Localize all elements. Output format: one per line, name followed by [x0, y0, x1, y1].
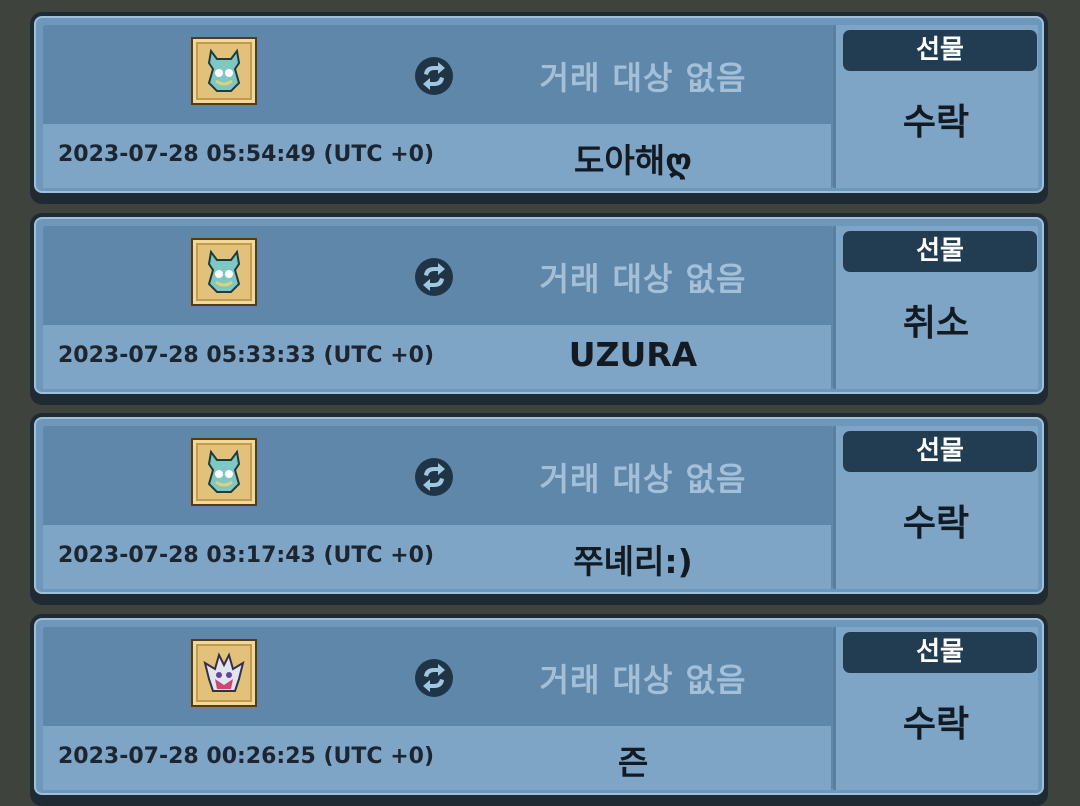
gift-type-badge: 선물: [843, 632, 1037, 673]
trade-username[interactable]: UZURA: [503, 335, 763, 374]
trade-history-list: 거래 대상 없음 2023-07-28 05:54:49 (UTC +0) 도아…: [0, 0, 1080, 806]
trade-target-text: 거래 대상 없음: [539, 661, 747, 699]
trade-entry-body: 거래 대상 없음 2023-07-28 05:33:33 (UTC +0) UZ…: [34, 217, 1044, 394]
swap-icon: [415, 659, 453, 697]
trade-target-text: 거래 대상 없음: [539, 59, 747, 97]
trade-username[interactable]: 쭈녜리:): [503, 535, 763, 583]
trade-entry[interactable]: 거래 대상 없음 2023-07-28 00:26:25 (UTC +0) 즌 …: [30, 614, 1048, 806]
gift-type-badge: 선물: [843, 231, 1037, 272]
swap-icon: [415, 57, 453, 95]
trade-status: 수락: [902, 102, 970, 143]
trade-entry[interactable]: 거래 대상 없음 2023-07-28 03:17:43 (UTC +0) 쭈녜…: [30, 413, 1048, 605]
trade-info-strip: 2023-07-28 03:17:43 (UTC +0) 쭈녜리:): [43, 525, 831, 589]
trade-username[interactable]: 즌: [503, 736, 763, 784]
swap-icon: [415, 458, 453, 496]
trade-username[interactable]: 도아해ღ: [503, 134, 763, 182]
trade-entry-body: 거래 대상 없음 2023-07-28 05:54:49 (UTC +0) 도아…: [34, 16, 1044, 193]
trade-date: 2023-07-28 05:54:49 (UTC +0): [58, 142, 435, 167]
trade-status-panel: 선물 수락: [833, 627, 1038, 790]
trade-details: 거래 대상 없음 2023-07-28 03:17:43 (UTC +0) 쭈녜…: [43, 426, 833, 589]
trade-target-text: 거래 대상 없음: [539, 260, 747, 298]
trade-details: 거래 대상 없음 2023-07-28 00:26:25 (UTC +0) 즌: [43, 627, 833, 790]
helmet-item-icon[interactable]: [191, 639, 257, 707]
gift-type-badge: 선물: [843, 30, 1037, 71]
trade-info-strip: 2023-07-28 00:26:25 (UTC +0) 즌: [43, 726, 831, 790]
trade-entry-body: 거래 대상 없음 2023-07-28 03:17:43 (UTC +0) 쭈녜…: [34, 417, 1044, 594]
trade-info-strip: 2023-07-28 05:54:49 (UTC +0) 도아해ღ: [43, 124, 831, 188]
trade-info-strip: 2023-07-28 05:33:33 (UTC +0) UZURA: [43, 325, 831, 389]
trade-entry-body: 거래 대상 없음 2023-07-28 00:26:25 (UTC +0) 즌 …: [34, 618, 1044, 795]
trade-status-panel: 선물 수락: [833, 426, 1038, 589]
trade-status: 수락: [902, 503, 970, 544]
armor-item-icon[interactable]: [191, 438, 257, 506]
trade-status-panel: 선물 수락: [833, 25, 1038, 188]
trade-date: 2023-07-28 05:33:33 (UTC +0): [58, 343, 435, 368]
trade-status: 취소: [902, 303, 970, 344]
gift-type-badge: 선물: [843, 431, 1037, 472]
swap-icon: [415, 258, 453, 296]
trade-summary: 거래 대상 없음: [43, 226, 833, 324]
trade-entry[interactable]: 거래 대상 없음 2023-07-28 05:54:49 (UTC +0) 도아…: [30, 12, 1048, 204]
trade-details: 거래 대상 없음 2023-07-28 05:33:33 (UTC +0) UZ…: [43, 226, 833, 389]
trade-entry[interactable]: 거래 대상 없음 2023-07-28 05:33:33 (UTC +0) UZ…: [30, 213, 1048, 405]
trade-date: 2023-07-28 03:17:43 (UTC +0): [58, 543, 435, 568]
trade-status-panel: 선물 취소: [833, 226, 1038, 389]
trade-date: 2023-07-28 00:26:25 (UTC +0): [58, 744, 435, 769]
trade-details: 거래 대상 없음 2023-07-28 05:54:49 (UTC +0) 도아…: [43, 25, 833, 188]
trade-summary: 거래 대상 없음: [43, 426, 833, 524]
trade-status: 수락: [902, 704, 970, 745]
trade-summary: 거래 대상 없음: [43, 627, 833, 725]
armor-item-icon[interactable]: [191, 238, 257, 306]
armor-item-icon[interactable]: [191, 37, 257, 105]
trade-summary: 거래 대상 없음: [43, 25, 833, 123]
trade-target-text: 거래 대상 없음: [539, 460, 747, 498]
